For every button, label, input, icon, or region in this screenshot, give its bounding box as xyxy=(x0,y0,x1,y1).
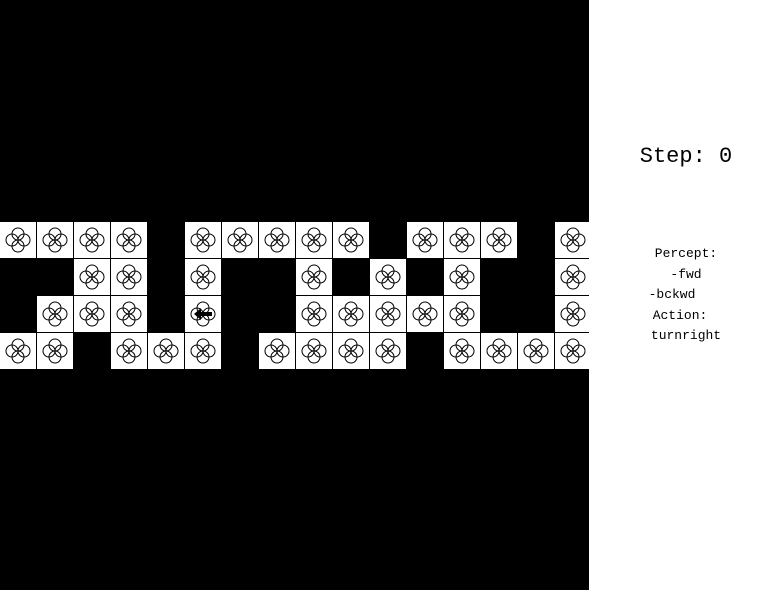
four-circle-flower-icon xyxy=(301,301,327,327)
four-circle-flower-icon xyxy=(116,264,142,290)
four-circle-flower-icon xyxy=(190,227,216,253)
four-circle-flower-icon xyxy=(301,227,327,253)
maze-tile xyxy=(185,222,221,258)
maze-tile xyxy=(185,259,221,295)
maze-tile xyxy=(111,296,147,332)
four-circle-flower-icon xyxy=(301,264,327,290)
four-circle-flower-icon xyxy=(116,338,142,364)
four-circle-flower-icon xyxy=(227,227,253,253)
four-circle-flower-icon xyxy=(375,301,401,327)
maze-tile xyxy=(259,222,295,258)
four-circle-flower-icon xyxy=(449,338,475,364)
maze-tile xyxy=(481,333,517,369)
percept-item-fwd: -fwd xyxy=(670,267,702,282)
maze-tile xyxy=(333,333,369,369)
four-circle-flower-icon xyxy=(42,227,68,253)
four-circle-flower-icon xyxy=(375,264,401,290)
maze-tile xyxy=(296,296,332,332)
four-circle-flower-icon xyxy=(116,227,142,253)
maze-tile xyxy=(0,333,36,369)
four-circle-flower-icon xyxy=(264,338,290,364)
four-circle-flower-icon xyxy=(449,227,475,253)
maze-tile xyxy=(37,296,73,332)
maze-tile xyxy=(407,296,443,332)
four-circle-flower-icon xyxy=(264,227,290,253)
four-circle-flower-icon xyxy=(42,338,68,364)
maze-tile xyxy=(74,296,110,332)
maze-tile xyxy=(0,222,36,258)
four-circle-flower-icon xyxy=(190,301,216,327)
maze-tile xyxy=(259,333,295,369)
maze-tile xyxy=(333,222,369,258)
maze-tile xyxy=(111,333,147,369)
four-circle-flower-icon xyxy=(449,301,475,327)
maze-tile xyxy=(444,333,480,369)
maze-tile xyxy=(555,222,591,258)
agent-arrow-icon xyxy=(194,308,212,320)
agent-tile xyxy=(185,296,221,332)
maze-tile xyxy=(296,222,332,258)
info-panel: Step: 0 Percept: -fwd -bckwd Action: tur… xyxy=(589,0,783,590)
four-circle-flower-icon xyxy=(375,338,401,364)
four-circle-flower-icon xyxy=(153,338,179,364)
four-circle-flower-icon xyxy=(79,301,105,327)
four-circle-flower-icon xyxy=(560,227,586,253)
maze-tile xyxy=(37,333,73,369)
maze-tile xyxy=(407,222,443,258)
maze-tile xyxy=(444,296,480,332)
maze-tile xyxy=(555,333,591,369)
percept-label: Percept: xyxy=(654,246,718,261)
maze-tile xyxy=(370,296,406,332)
maze-tile xyxy=(296,333,332,369)
maze-tile xyxy=(370,333,406,369)
step-counter: Step: 0 xyxy=(639,144,733,169)
maze-tile xyxy=(111,259,147,295)
action-label: Action: xyxy=(652,308,708,323)
four-circle-flower-icon xyxy=(412,301,438,327)
maze-tile xyxy=(444,259,480,295)
four-circle-flower-icon xyxy=(338,338,364,364)
four-circle-flower-icon xyxy=(190,338,216,364)
four-circle-flower-icon xyxy=(79,227,105,253)
four-circle-flower-icon xyxy=(301,338,327,364)
maze-tile xyxy=(481,222,517,258)
four-circle-flower-icon xyxy=(79,264,105,290)
four-circle-flower-icon xyxy=(5,338,31,364)
maze-tile xyxy=(37,222,73,258)
four-circle-flower-icon xyxy=(42,301,68,327)
maze-tile xyxy=(518,333,554,369)
game-board xyxy=(0,0,591,590)
four-circle-flower-icon xyxy=(523,338,549,364)
four-circle-flower-icon xyxy=(190,264,216,290)
four-circle-flower-icon xyxy=(449,264,475,290)
four-circle-flower-icon xyxy=(560,338,586,364)
four-circle-flower-icon xyxy=(5,227,31,253)
maze-tile xyxy=(296,259,332,295)
action-value: turnright xyxy=(650,328,722,343)
four-circle-flower-icon xyxy=(338,301,364,327)
maze-tile xyxy=(185,333,221,369)
maze-tile xyxy=(111,222,147,258)
four-circle-flower-icon xyxy=(486,338,512,364)
maze-tile xyxy=(222,222,258,258)
maze-tile xyxy=(333,296,369,332)
maze-tile xyxy=(370,259,406,295)
four-circle-flower-icon xyxy=(486,227,512,253)
maze-tile xyxy=(444,222,480,258)
four-circle-flower-icon xyxy=(412,227,438,253)
maze-tile xyxy=(74,222,110,258)
percept-item-bckwd: -bckwd xyxy=(648,287,696,302)
maze-tile xyxy=(148,333,184,369)
maze-tile xyxy=(74,259,110,295)
four-circle-flower-icon xyxy=(116,301,142,327)
four-circle-flower-icon xyxy=(338,227,364,253)
